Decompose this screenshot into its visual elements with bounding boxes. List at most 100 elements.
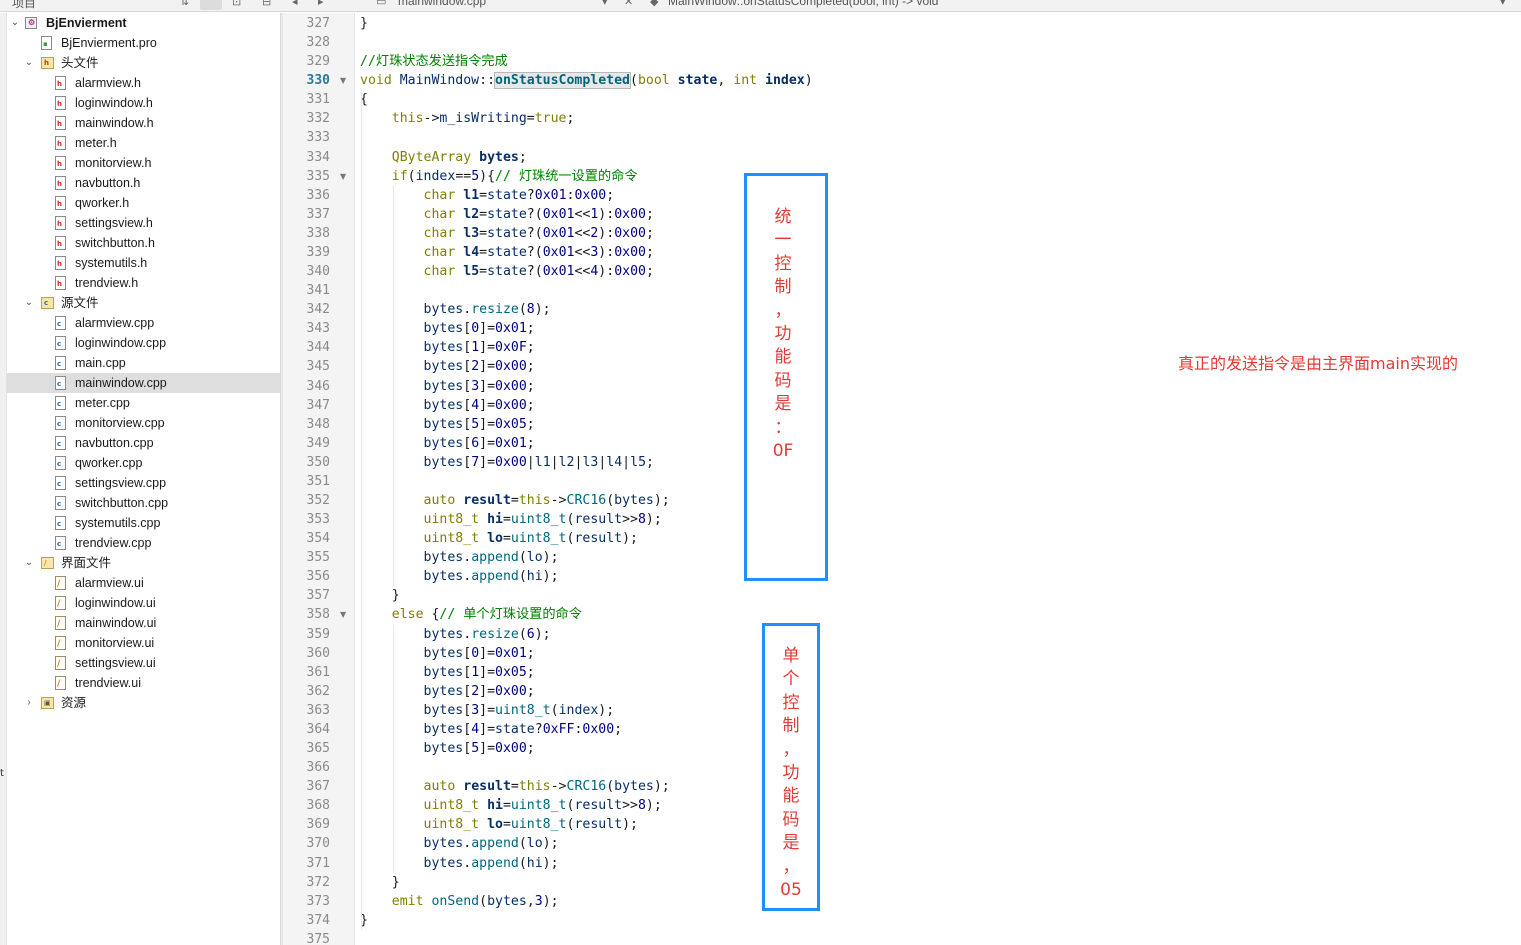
code-line[interactable]: uint8_t hi=uint8_t(result>>8); (360, 510, 662, 529)
fold-marker-icon[interactable]: ▼ (340, 71, 346, 90)
link-editor-button[interactable] (200, 0, 222, 10)
expand-arrow-icon[interactable]: ⌄ (23, 553, 35, 573)
tree-item[interactable]: h loginwindow.h (7, 93, 280, 113)
tree-item[interactable]: / alarmview.ui (7, 573, 280, 593)
close-split-icon[interactable]: ⊟ (262, 0, 271, 8)
tree-item[interactable]: h trendview.h (7, 273, 280, 293)
source-file-icon: c (55, 336, 66, 350)
code-line[interactable]: bytes[0]=0x01; (360, 319, 535, 338)
code-line[interactable]: //灯珠状态发送指令完成 (360, 52, 508, 71)
code-line[interactable]: auto result=this->CRC16(bytes); (360, 777, 670, 796)
tree-item[interactable]: h switchbutton.h (7, 233, 280, 253)
code-line[interactable]: bytes[4]=0x00; (360, 396, 535, 415)
back-icon[interactable]: ◂ (292, 0, 298, 8)
code-line[interactable]: char l5=state?(0x01<<4):0x00; (360, 262, 654, 281)
forward-icon[interactable]: ▸ (318, 0, 324, 8)
code-line[interactable]: bytes[5]=0x00; (360, 739, 535, 758)
code-line[interactable]: bytes.append(lo); (360, 834, 559, 853)
code-line[interactable]: else {// 单个灯珠设置的命令 (360, 605, 582, 624)
combo-arrow-icon[interactable]: ▾ (602, 0, 608, 8)
code-line[interactable]: bytes[3]=uint8_t(index); (360, 701, 615, 720)
tree-item[interactable]: c main.cpp (7, 353, 280, 373)
tree-project-root[interactable]: ⌄ ⚙ BjEnvierment (7, 13, 280, 33)
code-line[interactable]: bytes.resize(6); (360, 625, 551, 644)
expand-arrow-icon[interactable]: ⌄ (23, 53, 35, 73)
tree-item[interactable]: c loginwindow.cpp (7, 333, 280, 353)
code-line[interactable]: bytes[6]=0x01; (360, 434, 535, 453)
header-file-icon: h (55, 276, 66, 290)
header-file-icon: h (55, 236, 66, 250)
expand-arrow-icon[interactable]: ⌄ (23, 293, 35, 313)
code-line[interactable]: bytes[2]=0x00; (360, 682, 535, 701)
tree-item[interactable]: c monitorview.cpp (7, 413, 280, 433)
line-number: 362 (306, 683, 330, 699)
code-line[interactable]: bytes[5]=0x05; (360, 415, 535, 434)
code-line[interactable]: } (360, 14, 368, 33)
code-line[interactable]: } (360, 586, 400, 605)
tree-item[interactable]: c trendview.cpp (7, 533, 280, 553)
code-line[interactable]: auto result=this->CRC16(bytes); (360, 491, 670, 510)
tree-item[interactable]: / settingsview.ui (7, 653, 280, 673)
tree-item[interactable]: c qworker.cpp (7, 453, 280, 473)
tree-item[interactable]: ⌄ / 界面文件 (7, 553, 280, 573)
tree-item[interactable]: h monitorview.h (7, 153, 280, 173)
filter-icon[interactable]: ⇅ (180, 0, 189, 8)
code-line[interactable]: bytes[0]=0x01; (360, 644, 535, 663)
tree-item[interactable]: h alarmview.h (7, 73, 280, 93)
code-line[interactable]: bytes.append(hi); (360, 567, 559, 586)
fold-marker-icon[interactable]: ▼ (340, 167, 346, 186)
tree-item[interactable]: h mainwindow.h (7, 113, 280, 133)
code-line[interactable]: uint8_t lo=uint8_t(result); (360, 529, 638, 548)
code-line[interactable]: } (360, 873, 400, 892)
tree-item[interactable]: › ▣ 资源 (7, 693, 280, 713)
tree-item[interactable]: c mainwindow.cpp (7, 373, 280, 393)
code-line[interactable]: char l1=state?0x01:0x00; (360, 186, 615, 205)
symbol-combo[interactable]: MainWindow::onStatusCompleted(bool, int)… (668, 0, 938, 8)
tree-item[interactable]: / trendview.ui (7, 673, 280, 693)
code-line[interactable]: char l3=state?(0x01<<2):0x00; (360, 224, 654, 243)
tree-item[interactable]: / monitorview.ui (7, 633, 280, 653)
add-split-icon[interactable]: ⊡ (232, 0, 241, 8)
code-line[interactable]: bytes[1]=0x05; (360, 663, 535, 682)
tree-item[interactable]: ⌄ c 源文件 (7, 293, 280, 313)
close-document-icon[interactable]: ✕ (624, 0, 633, 8)
fold-marker-icon[interactable]: ▼ (340, 605, 346, 624)
code-line[interactable]: uint8_t hi=uint8_t(result>>8); (360, 796, 662, 815)
code-line[interactable]: bytes.append(hi); (360, 854, 559, 873)
code-line[interactable]: bytes[1]=0x0F; (360, 338, 535, 357)
code-line[interactable]: bytes[3]=0x00; (360, 377, 535, 396)
tree-item[interactable]: h meter.h (7, 133, 280, 153)
tree-item[interactable]: h settingsview.h (7, 213, 280, 233)
tree-item[interactable]: c settingsview.cpp (7, 473, 280, 493)
tree-item[interactable]: c alarmview.cpp (7, 313, 280, 333)
tree-item[interactable]: c navbutton.cpp (7, 433, 280, 453)
tree-item[interactable]: c meter.cpp (7, 393, 280, 413)
code-line[interactable]: if(index==5){// 灯珠统一设置的命令 (360, 167, 638, 186)
code-line[interactable]: bytes[4]=state?0xFF:0x00; (360, 720, 623, 739)
code-line[interactable]: void MainWindow::onStatusCompleted(bool … (360, 71, 813, 90)
tree-item[interactable]: h qworker.h (7, 193, 280, 213)
code-line[interactable]: char l2=state?(0x01<<1):0x00; (360, 205, 654, 224)
code-line[interactable]: emit onSend(bytes,3); (360, 892, 559, 911)
code-line[interactable]: QByteArray bytes; (360, 148, 527, 167)
code-line[interactable]: bytes[7]=0x00|l1|l2|l3|l4|l5; (360, 453, 654, 472)
tree-item[interactable]: / loginwindow.ui (7, 593, 280, 613)
code-editor[interactable]: 327 328 329 330 ▼ 331 332 333 334 335 ▼ 336 337 338 33… (283, 13, 1521, 945)
code-line[interactable]: bytes[2]=0x00; (360, 357, 535, 376)
tree-item[interactable]: ▪ BjEnvierment.pro (7, 33, 280, 53)
code-line[interactable]: bytes.append(lo); (360, 548, 559, 567)
tree-item[interactable]: h navbutton.h (7, 173, 280, 193)
tree-item[interactable]: / mainwindow.ui (7, 613, 280, 633)
code-line[interactable]: uint8_t lo=uint8_t(result); (360, 815, 638, 834)
expand-arrow-icon[interactable]: ⌄ (9, 13, 21, 33)
tree-item[interactable]: h systemutils.h (7, 253, 280, 273)
symbol-combo-arrow-icon[interactable]: ▾ (1500, 0, 1506, 8)
tree-item[interactable]: c systemutils.cpp (7, 513, 280, 533)
code-line[interactable]: bytes.resize(8); (360, 300, 551, 319)
code-line[interactable]: char l4=state?(0x01<<3):0x00; (360, 243, 654, 262)
tree-item[interactable]: ⌄ h 头文件 (7, 53, 280, 73)
code-line[interactable]: this->m_isWriting=true; (360, 109, 575, 128)
tree-item[interactable]: c switchbutton.cpp (7, 493, 280, 513)
open-file-combo[interactable]: mainwindow.cpp (398, 0, 486, 8)
collapse-arrow-icon[interactable]: › (23, 693, 35, 713)
